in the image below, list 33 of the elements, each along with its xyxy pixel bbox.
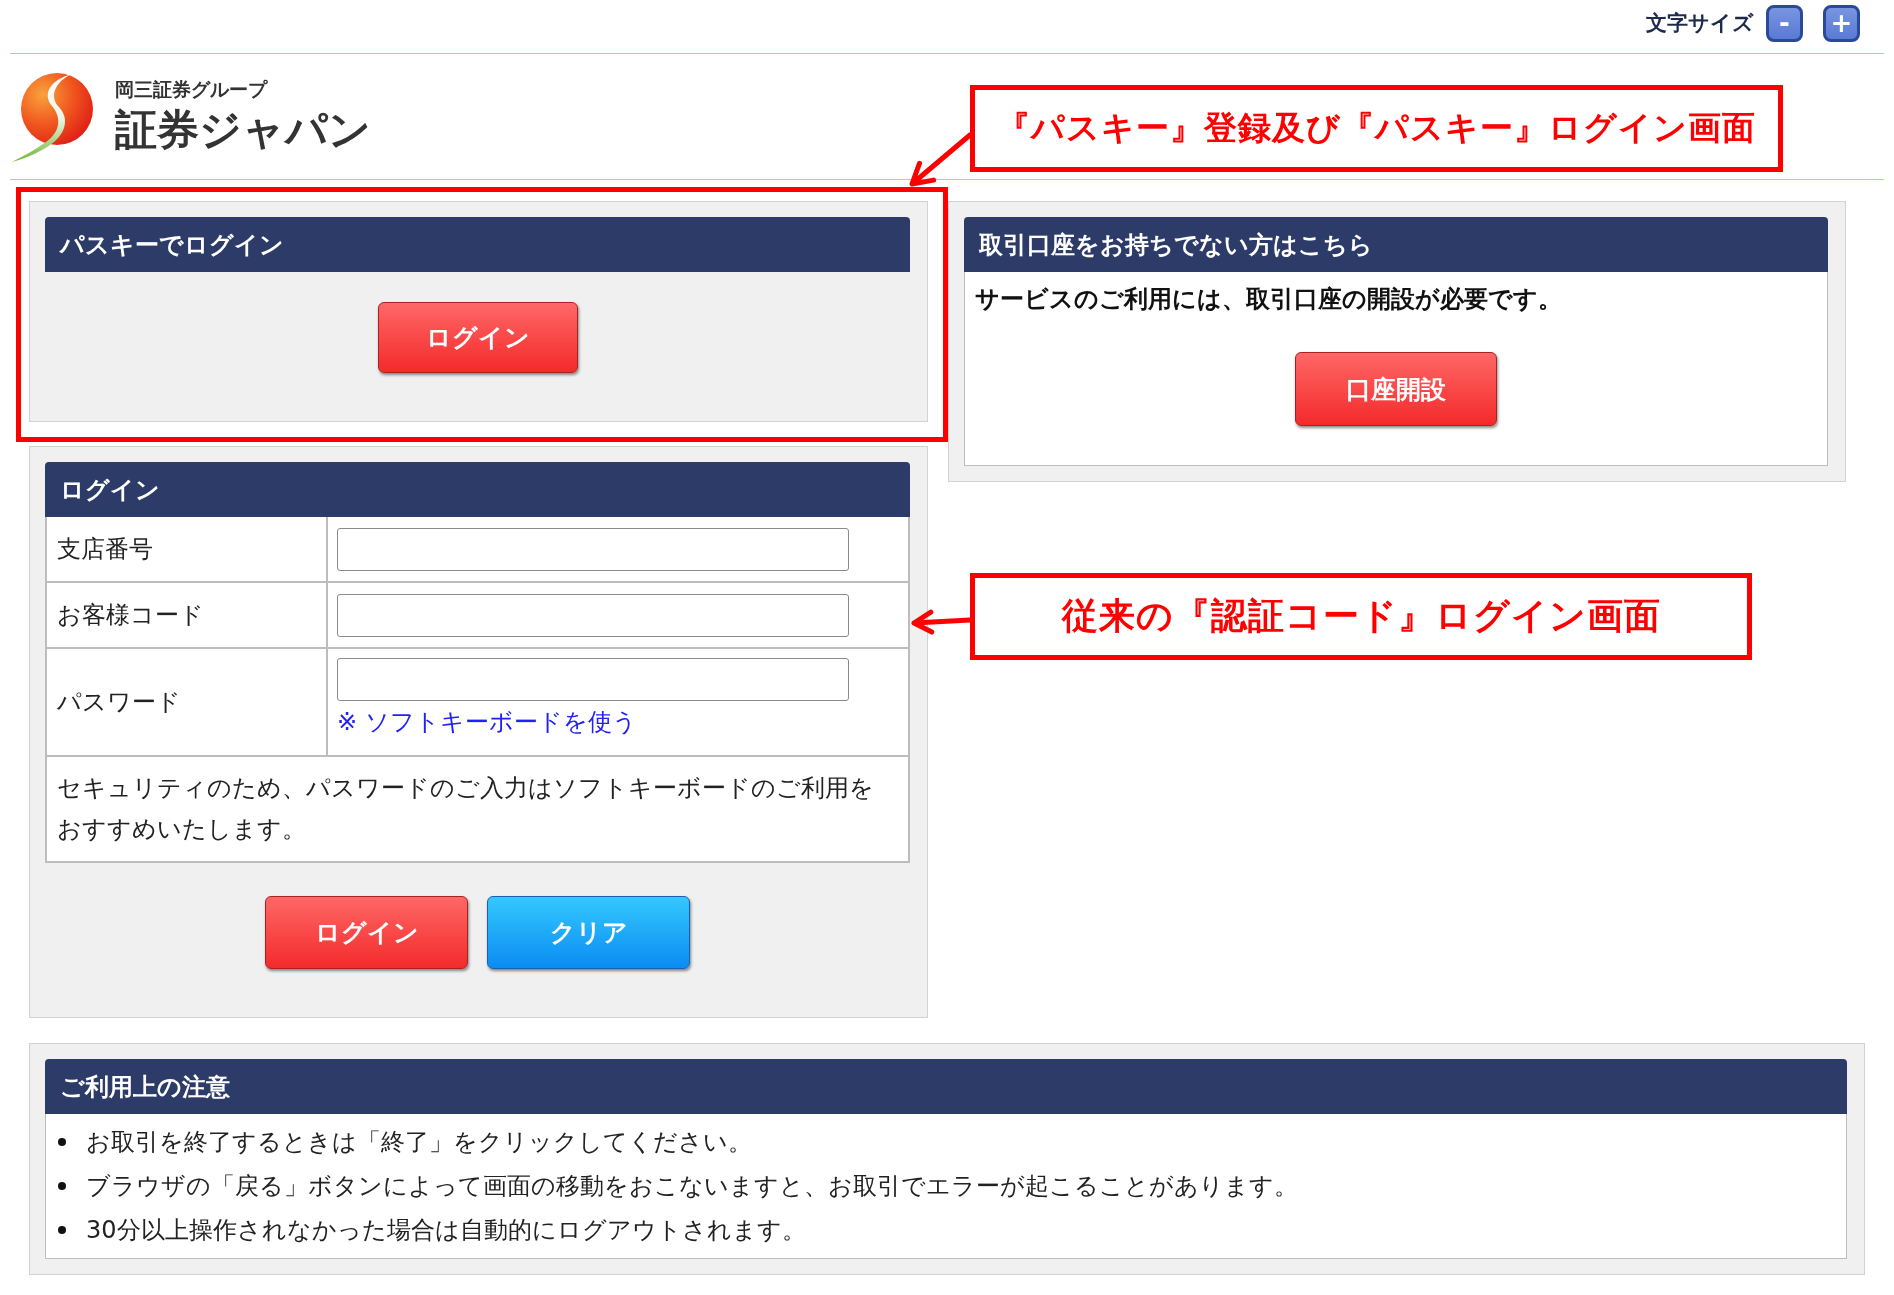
logo-icon bbox=[10, 70, 94, 163]
input-field[interactable] bbox=[337, 658, 849, 701]
bullet-icon bbox=[58, 1226, 66, 1234]
logo-subtitle: 岡三証券グループ bbox=[115, 78, 269, 100]
panel-header: ログイン bbox=[45, 462, 910, 517]
arrow-icon bbox=[911, 609, 973, 635]
security-note: セキュリティのため、パスワードのご入力はソフトキーボードのご利用をおすすめいたします。 bbox=[57, 773, 875, 845]
callout-note: 従来の『認証コード』ログイン画面 bbox=[970, 573, 1752, 660]
login-button[interactable]: ログイン bbox=[265, 896, 468, 969]
font-size-label: 文字サイズ bbox=[1646, 10, 1754, 37]
notice-item: 30分以上操作されなかった場合は自動的にログアウトされます。 bbox=[86, 1215, 806, 1246]
panel-header: 取引口座をお持ちでない方はこちら bbox=[964, 217, 1828, 272]
bullet-icon bbox=[58, 1138, 66, 1146]
field-label: お客様コード bbox=[57, 600, 204, 631]
logo-title: 証券ジャパン bbox=[115, 105, 371, 155]
input-field[interactable] bbox=[337, 593, 849, 637]
panel-header: パスキーでログイン bbox=[45, 217, 910, 272]
font-size-button[interactable]: + bbox=[1823, 4, 1860, 42]
field-label: パスワード bbox=[57, 687, 181, 718]
soft-keyboard-link[interactable]: ※ ソフトキーボードを使う bbox=[337, 707, 637, 737]
notice-item: ブラウザの「戻る」ボタンによって画面の移動をおこないますと、お取引でエラーが起こることがあります。 bbox=[86, 1171, 1298, 1202]
account-message: サービスのご利用には、取引口座の開設が必要です。 bbox=[975, 284, 1562, 314]
field-label: 支店番号 bbox=[57, 534, 153, 565]
clear-button[interactable]: クリア bbox=[487, 896, 690, 969]
callout-note: 『パスキー』登録及び『パスキー』ログイン画面 bbox=[970, 85, 1783, 172]
open-account-button[interactable]: 口座開設 bbox=[1295, 352, 1497, 426]
input-field[interactable] bbox=[337, 527, 849, 571]
passkey-login-button[interactable]: ログイン bbox=[377, 302, 578, 373]
panel-header: ご利用上の注意 bbox=[45, 1059, 1847, 1114]
arrow-icon bbox=[909, 132, 973, 187]
font-size-button[interactable]: - bbox=[1766, 4, 1803, 42]
bullet-icon bbox=[58, 1182, 66, 1190]
notice-item: お取引を終了するときは「終了」をクリックしてください。 bbox=[86, 1127, 752, 1158]
